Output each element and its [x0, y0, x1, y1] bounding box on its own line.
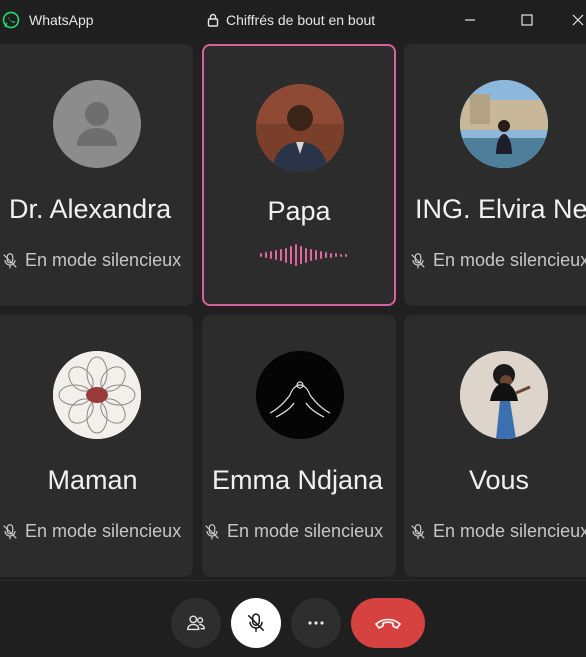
avatar-image: [460, 80, 548, 168]
app-title: WhatsApp: [29, 12, 94, 28]
mic-off-icon: [411, 523, 425, 539]
participant-status: En mode silencieux: [203, 521, 395, 542]
end-call-button[interactable]: [351, 598, 425, 648]
participant-name: Dr. Alexandra: [9, 194, 172, 224]
participant-status: En mode silencieux: [405, 250, 586, 271]
close-icon: [572, 14, 584, 26]
avatar-image: [53, 351, 141, 439]
title-bar: WhatsApp Chiffrés de bout en bout: [0, 0, 586, 40]
avatar-image: [460, 351, 548, 439]
whatsapp-logo-icon: [2, 11, 20, 29]
lock-icon: [207, 13, 219, 27]
participant-name: Maman: [47, 465, 138, 495]
end-call-icon: [375, 618, 401, 629]
mic-off-icon: [247, 613, 265, 632]
participant-tile[interactable]: Emma Ndjana En mode silencieux: [202, 315, 396, 577]
more-options-button[interactable]: [291, 598, 341, 648]
participant-status: En mode silencieux: [0, 521, 192, 542]
avatar-placeholder: [53, 80, 141, 168]
participant-name: Papa: [267, 196, 331, 226]
mic-off-icon: [3, 252, 17, 268]
participants-button[interactable]: [171, 598, 221, 648]
close-button[interactable]: [568, 10, 586, 30]
mute-button[interactable]: [231, 598, 281, 648]
participant-status: En mode silencieux: [0, 250, 192, 271]
people-icon: [187, 615, 205, 631]
mic-off-icon: [411, 252, 425, 268]
mic-off-icon: [3, 523, 17, 539]
avatar-photo: [256, 351, 344, 439]
participant-grid: Dr. Alexandra En mode silencieux Papa IN…: [0, 40, 586, 580]
participant-tile[interactable]: ING. Elvira Ne En mode silencieux: [404, 44, 586, 306]
avatar-photo: [256, 84, 344, 172]
avatar-image: [256, 351, 344, 439]
participant-status: En mode silencieux: [405, 521, 586, 542]
participant-tile-active[interactable]: Papa: [202, 44, 396, 306]
participant-tile[interactable]: Dr. Alexandra En mode silencieux: [0, 44, 193, 306]
avatar-photo: [460, 351, 548, 439]
participant-name: Emma Ndjana: [212, 465, 384, 495]
participant-name: ING. Elvira Ne: [415, 194, 586, 224]
avatar-image: [256, 84, 344, 172]
participant-tile[interactable]: Maman En mode silencieux: [0, 315, 193, 577]
participant-name: Vous: [468, 465, 530, 495]
minimize-button[interactable]: [460, 10, 480, 30]
avatar-photo: [53, 351, 141, 439]
encryption-indicator: Chiffrés de bout en bout: [207, 12, 375, 28]
person-icon: [77, 102, 117, 146]
speaking-indicator: [260, 244, 347, 266]
minimize-icon: [465, 19, 475, 21]
mic-off-icon: [205, 523, 219, 539]
participant-tile[interactable]: Vous En mode silencieux: [404, 315, 586, 577]
call-controls: [0, 580, 586, 657]
avatar-photo: [460, 80, 548, 168]
more-icon: [308, 621, 324, 625]
maximize-button[interactable]: [517, 10, 537, 30]
encryption-label: Chiffrés de bout en bout: [226, 12, 376, 28]
maximize-icon: [521, 14, 533, 26]
